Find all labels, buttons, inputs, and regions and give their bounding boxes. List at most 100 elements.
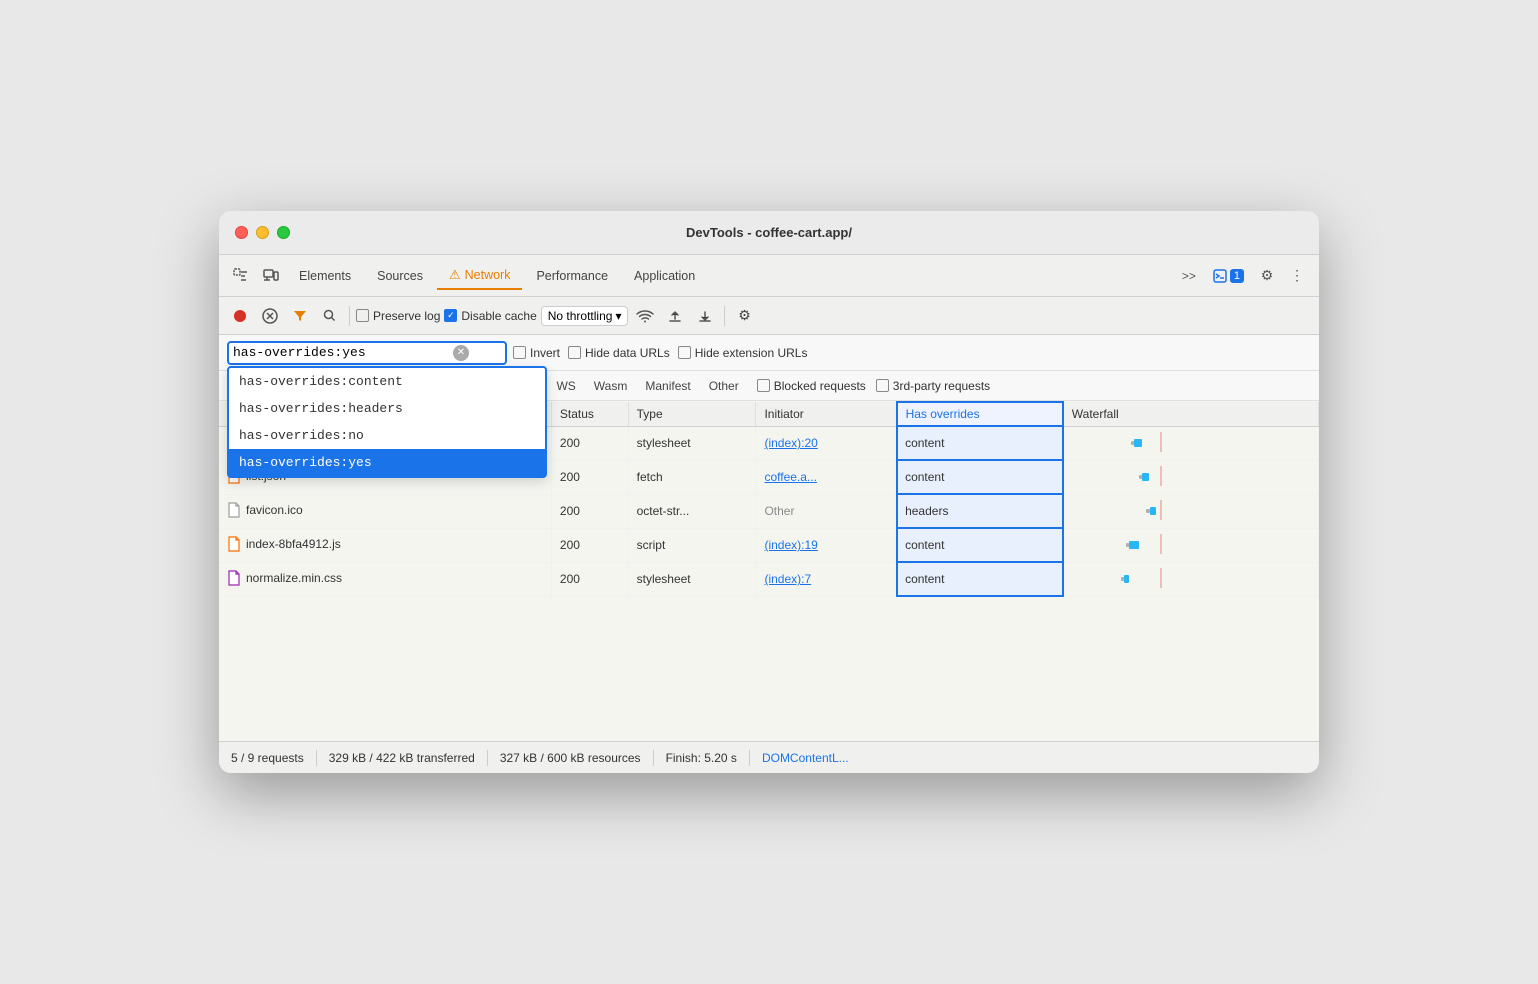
cell-has-overrides: headers — [897, 494, 1063, 528]
tab-sources[interactable]: Sources — [365, 264, 435, 288]
hide-ext-urls-checkbox[interactable] — [678, 346, 691, 359]
disable-cache-label[interactable]: ✓ Disable cache — [444, 309, 536, 323]
cell-name: index-8bfa4912.js — [219, 528, 551, 562]
clear-button[interactable] — [257, 303, 283, 329]
col-waterfall[interactable]: Waterfall — [1063, 402, 1319, 426]
window-title: DevTools - coffee-cart.app/ — [686, 225, 852, 240]
third-party-label: 3rd-party requests — [893, 379, 990, 393]
blocked-requests-checkbox[interactable] — [757, 379, 770, 392]
col-has-overrides[interactable]: Has overrides — [897, 402, 1063, 426]
record-button[interactable] — [227, 303, 253, 329]
minimize-button[interactable] — [256, 226, 269, 239]
cell-name: favicon.ico — [219, 494, 551, 528]
network-toolbar: Preserve log ✓ Disable cache No throttli… — [219, 297, 1319, 335]
cell-has-overrides: content — [897, 460, 1063, 494]
cell-status: 200 — [551, 494, 628, 528]
autocomplete-item-yes[interactable]: has-overrides:yes — [229, 449, 545, 476]
filter-icon[interactable] — [287, 303, 313, 329]
third-party-checkbox[interactable] — [876, 379, 889, 392]
table-row[interactable]: normalize.min.css 200 stylesheet (index)… — [219, 562, 1319, 596]
throttle-select[interactable]: No throttling ▾ — [541, 306, 629, 326]
autocomplete-item-content[interactable]: has-overrides:content — [229, 368, 545, 395]
tab-application[interactable]: Application — [622, 264, 707, 288]
cell-status: 200 — [551, 426, 628, 460]
col-type[interactable]: Type — [628, 402, 756, 426]
col-status[interactable]: Status — [551, 402, 628, 426]
settings-icon[interactable]: ⚙ — [1253, 262, 1281, 290]
tabbar: Elements Sources ⚠ Network Performance A… — [219, 255, 1319, 297]
wifi-icon[interactable] — [632, 303, 658, 329]
maximize-button[interactable] — [277, 226, 290, 239]
filter-input-box[interactable]: ✕ — [227, 341, 507, 365]
resources-size: 327 kB / 600 kB resources — [500, 751, 641, 765]
cell-waterfall — [1063, 494, 1319, 528]
cell-type: octet-str... — [628, 494, 756, 528]
cell-initiator: (index):19 — [756, 528, 897, 562]
cell-initiator: (index):20 — [756, 426, 897, 460]
devtools-window: DevTools - coffee-cart.app/ Elements Sou… — [219, 211, 1319, 773]
download-icon[interactable] — [692, 303, 718, 329]
cell-initiator: (index):7 — [756, 562, 897, 596]
preserve-log-label[interactable]: Preserve log — [356, 309, 440, 323]
close-button[interactable] — [235, 226, 248, 239]
type-manifest[interactable]: Manifest — [637, 377, 698, 395]
cell-type: fetch — [628, 460, 756, 494]
traffic-lights — [235, 226, 290, 239]
type-other[interactable]: Other — [701, 377, 747, 395]
cell-status: 200 — [551, 562, 628, 596]
hide-ext-urls-label[interactable]: Hide extension URLs — [678, 346, 808, 360]
search-icon[interactable] — [317, 303, 343, 329]
type-ws[interactable]: WS — [548, 377, 583, 395]
titlebar: DevTools - coffee-cart.app/ — [219, 211, 1319, 255]
dom-content-loaded[interactable]: DOMContentL... — [762, 751, 849, 765]
autocomplete-dropdown: has-overrides:content has-overrides:head… — [227, 366, 547, 478]
finish-time: Finish: 5.20 s — [666, 751, 737, 765]
warning-icon: ⚠ — [449, 267, 461, 283]
type-wasm[interactable]: Wasm — [586, 377, 636, 395]
requests-count: 5 / 9 requests — [231, 751, 304, 765]
blocked-requests-label: Blocked requests — [774, 379, 866, 393]
filter-bar: ✕ has-overrides:content has-overrides:he… — [219, 335, 1319, 371]
preserve-log-checkbox[interactable] — [356, 309, 369, 322]
network-settings-icon[interactable]: ⚙ — [731, 303, 757, 329]
filter-input-wrap: ✕ has-overrides:content has-overrides:he… — [227, 341, 507, 365]
hide-data-urls-checkbox[interactable] — [568, 346, 581, 359]
invert-label[interactable]: Invert — [513, 346, 560, 360]
console-badge[interactable]: 1 — [1206, 266, 1251, 286]
autocomplete-item-no[interactable]: has-overrides:no — [229, 422, 545, 449]
blocked-requests-section: Blocked requests — [757, 379, 866, 393]
disable-cache-checkbox[interactable]: ✓ — [444, 309, 457, 322]
table-row[interactable]: index-8bfa4912.js 200 script (index):19 … — [219, 528, 1319, 562]
invert-checkbox[interactable] — [513, 346, 526, 359]
cell-initiator: coffee.a... — [756, 460, 897, 494]
tab-performance[interactable]: Performance — [524, 264, 620, 288]
upload-icon[interactable] — [662, 303, 688, 329]
cell-has-overrides: content — [897, 562, 1063, 596]
cell-initiator: Other — [756, 494, 897, 528]
transferred-size: 329 kB / 422 kB transferred — [329, 751, 475, 765]
cell-has-overrides: content — [897, 426, 1063, 460]
cell-waterfall — [1063, 426, 1319, 460]
cell-waterfall — [1063, 528, 1319, 562]
tab-network[interactable]: ⚠ Network — [437, 262, 523, 290]
more-options-icon[interactable]: ⋮ — [1283, 262, 1311, 290]
hide-data-urls-label[interactable]: Hide data URLs — [568, 346, 670, 360]
chevron-down-icon: ▾ — [615, 309, 621, 323]
cell-type: script — [628, 528, 756, 562]
inspect-icon[interactable] — [227, 262, 255, 290]
filter-options: Invert Hide data URLs Hide extension URL… — [513, 346, 807, 360]
cell-name: normalize.min.css — [219, 562, 551, 596]
more-tabs-button[interactable]: >> — [1174, 265, 1204, 287]
table-row[interactable]: favicon.ico 200 octet-str... Other heade… — [219, 494, 1319, 528]
console-count: 1 — [1230, 269, 1244, 283]
filter-input[interactable] — [233, 345, 453, 360]
cell-type: stylesheet — [628, 562, 756, 596]
device-icon[interactable] — [257, 262, 285, 290]
autocomplete-item-headers[interactable]: has-overrides:headers — [229, 395, 545, 422]
filter-clear-button[interactable]: ✕ — [453, 345, 469, 361]
tab-elements[interactable]: Elements — [287, 264, 363, 288]
cell-type: stylesheet — [628, 426, 756, 460]
cell-waterfall — [1063, 460, 1319, 494]
col-initiator[interactable]: Initiator — [756, 402, 897, 426]
cell-status: 200 — [551, 460, 628, 494]
